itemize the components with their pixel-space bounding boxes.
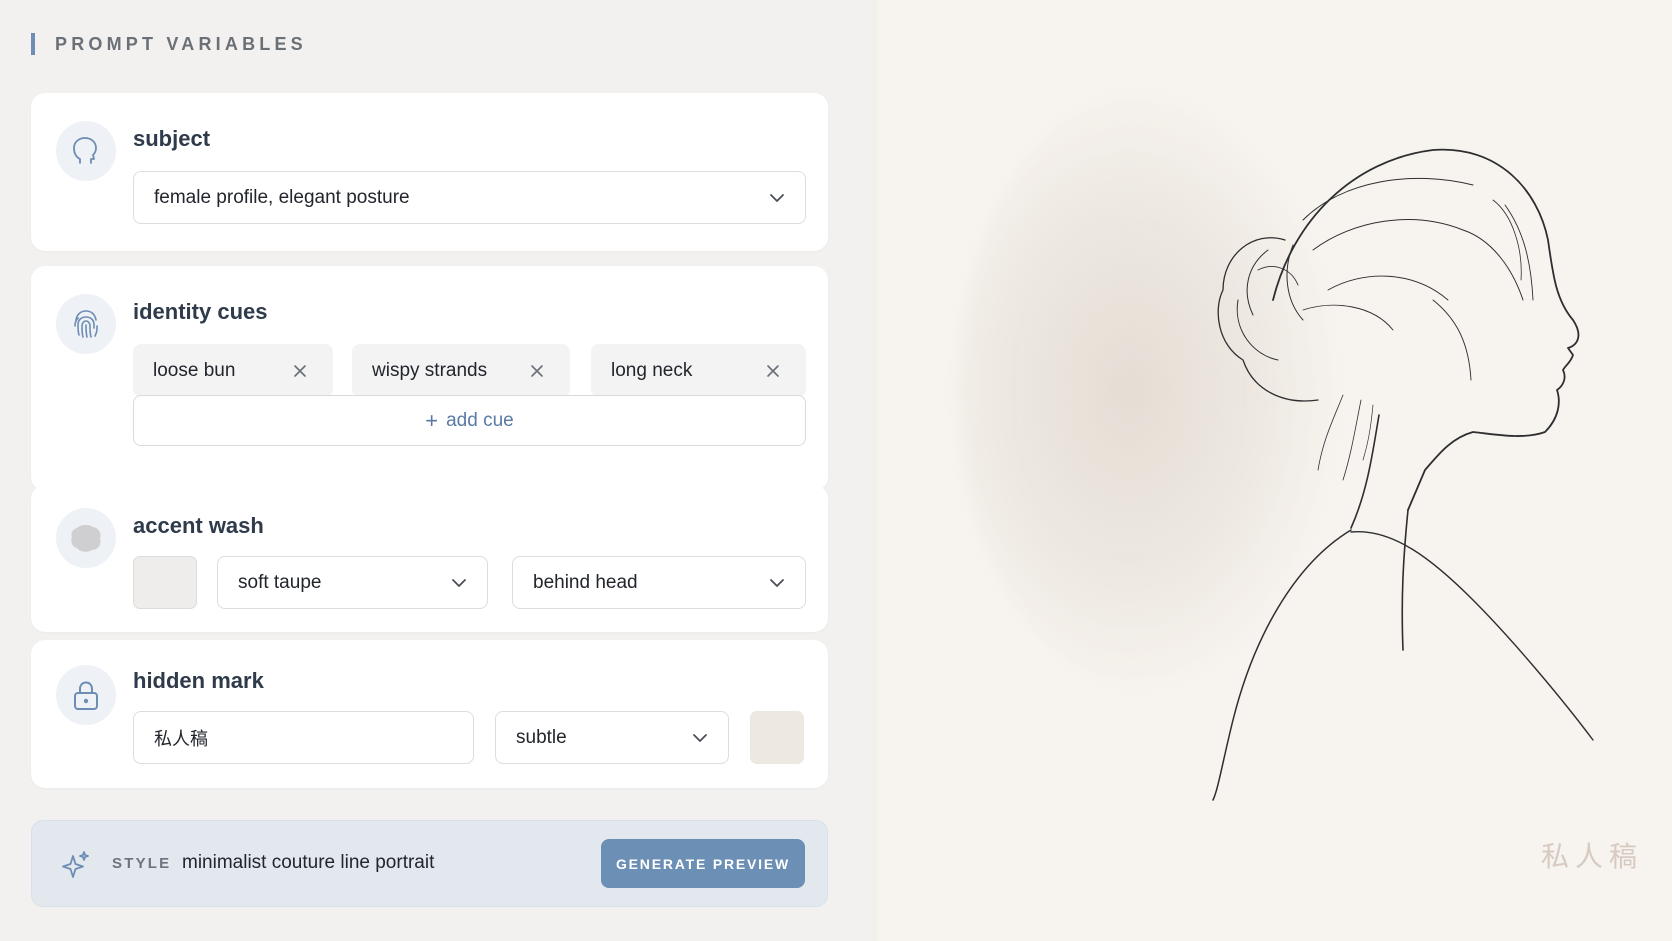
wash-blob-icon [56,508,116,568]
wash-placement-select[interactable]: behind head [512,556,806,609]
lock-icon [56,665,116,725]
wash-tone-value: soft taupe [238,571,322,593]
subject-select[interactable]: female profile, elegant posture [133,171,806,224]
identity-cues-card: identity cues loose bun wispy strands lo… [31,266,828,491]
portrait-sketch [1212,148,1594,801]
accent-wash-card: accent wash soft taupe behind head [31,485,828,632]
close-icon[interactable] [766,364,780,378]
hidden-mark-title: hidden mark [133,668,264,693]
cue-chip-label: long neck [611,359,693,381]
wash-color-swatch[interactable] [133,556,197,609]
section-title: PROMPT VARIABLES [55,33,307,54]
plus-icon: + [425,407,439,433]
style-value[interactable]: minimalist couture line portrait [182,852,434,874]
chevron-down-icon [770,578,784,587]
sparkle-icon [62,851,89,878]
preview-panel: 私人稿 [873,0,1672,941]
variables-panel: PROMPT VARIABLES subject female profile,… [0,0,873,941]
identity-cues-title: identity cues [133,299,268,324]
style-label: STYLE [112,855,172,872]
add-cue-label: add cue [446,409,514,431]
wash-placement-value: behind head [533,571,638,593]
close-icon[interactable] [293,364,307,378]
hidden-mark-text: 私人稿 [154,728,208,750]
cue-chip: loose bun [133,344,333,397]
fingerprint-icon [56,294,116,354]
mark-color-swatch[interactable] [750,711,804,764]
heading-accent-bar [31,33,35,55]
subject-value: female profile, elegant posture [154,186,410,208]
close-icon[interactable] [530,364,544,378]
chevron-down-icon [770,193,784,202]
cue-chip: long neck [591,344,806,397]
chevron-down-icon [452,578,466,587]
section-heading: PROMPT VARIABLES [31,33,307,55]
cue-chip: wispy strands [352,344,570,397]
watermark-text: 私人稿 [1541,840,1644,873]
mark-visibility-value: subtle [516,726,567,748]
head-profile-icon [56,121,116,181]
mark-visibility-select[interactable]: subtle [495,711,729,764]
add-cue-button[interactable]: + add cue [133,395,806,446]
chevron-down-icon [693,733,707,742]
generate-preview-button[interactable]: GENERATE PREVIEW [601,839,805,888]
wash-tone-select[interactable]: soft taupe [217,556,488,609]
hidden-mark-card: hidden mark 私人稿 subtle [31,640,828,788]
subject-card: subject female profile, elegant posture [31,93,828,251]
style-bar: STYLE minimalist couture line portrait G… [31,820,828,907]
accent-wash-title: accent wash [133,513,264,538]
cue-chip-label: loose bun [153,359,236,381]
subject-title: subject [133,126,211,151]
hidden-mark-input[interactable]: 私人稿 [133,711,474,764]
cue-chip-label: wispy strands [372,359,488,381]
